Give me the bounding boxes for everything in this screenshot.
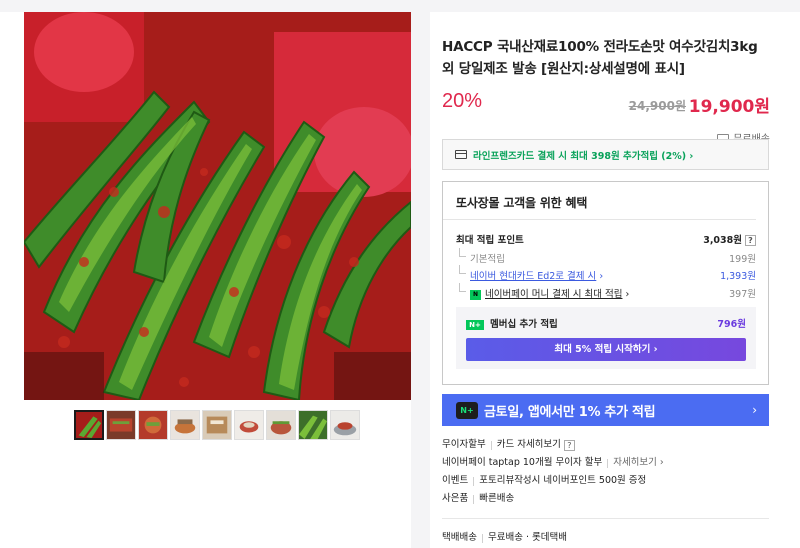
membership-start-button[interactable]: 최대 5% 적립 시작하기 › bbox=[466, 338, 746, 361]
thumbnail-3[interactable] bbox=[138, 410, 168, 440]
gift-row: 사은품 빠른배송 bbox=[442, 490, 769, 508]
points-row-card[interactable]: 네이버 현대카드 Ed2로 결제 시 › 1,393원 bbox=[456, 265, 756, 282]
card-benefit-banner[interactable]: 라인프렌즈카드 결제 시 최대 398원 추가적립 (2%) › bbox=[442, 139, 769, 170]
taptap-text: 네이버페이 taptap 10개월 무이자 할부 bbox=[442, 457, 603, 468]
points-row-label: 기본적립 bbox=[456, 248, 505, 265]
credit-card-icon bbox=[455, 150, 467, 159]
original-price: 24,900원 bbox=[628, 99, 686, 113]
thumbnail-7[interactable] bbox=[266, 410, 296, 440]
membership-label: 멤버십 추가 적립 bbox=[490, 319, 558, 330]
points-row-value: 397원 bbox=[729, 289, 756, 300]
section-divider bbox=[442, 518, 769, 519]
npay-points-link[interactable]: 네이버페이 머니 결제 시 최대 적립 bbox=[485, 289, 622, 300]
membership-row: N+ 멤버십 추가 적립 796원 bbox=[456, 307, 756, 330]
gift-label: 사은품 bbox=[442, 493, 469, 504]
thumbnail-6[interactable] bbox=[234, 410, 264, 440]
delivery-text: 무료배송 · 롯데택배 bbox=[487, 532, 567, 543]
sale-price: 19,900원 bbox=[688, 97, 770, 117]
kimchi-photo bbox=[24, 12, 411, 400]
installment-row: 무이자할부 카드 자세히보기 ? bbox=[442, 436, 769, 454]
installment-label: 무이자할부 bbox=[442, 439, 486, 450]
event-text: 포토리뷰작성시 네이버포인트 500원 증정 bbox=[479, 475, 647, 486]
product-main-image[interactable] bbox=[24, 12, 411, 400]
thumbnail-8[interactable] bbox=[298, 410, 328, 440]
points-row-basic: 기본적립 199원 bbox=[456, 248, 756, 265]
purchase-info-list: 무이자할부 카드 자세히보기 ? 네이버페이 taptap 10개월 무이자 할… bbox=[442, 436, 769, 547]
max-points-row: 최대 적립 포인트 3,038원? bbox=[456, 232, 756, 246]
membership-value: 796원 bbox=[717, 319, 746, 330]
points-row-value: 1,393원 bbox=[720, 271, 756, 282]
discount-rate: 20% bbox=[442, 90, 483, 112]
membership-box: N+ 멤버십 추가 적립 796원 최대 5% 적립 시작하기 › bbox=[456, 307, 756, 369]
thumbnail-4[interactable] bbox=[170, 410, 200, 440]
thumbnail-2[interactable] bbox=[106, 410, 136, 440]
taptap-link[interactable]: 자세히보기 › bbox=[613, 456, 664, 470]
thumbnail-5[interactable] bbox=[202, 410, 232, 440]
naver-plus-icon: N+ bbox=[456, 401, 478, 419]
divider bbox=[490, 440, 492, 450]
chevron-right-icon: › bbox=[752, 403, 757, 417]
installment-link[interactable]: 카드 자세히보기 bbox=[497, 438, 561, 452]
column-gutter bbox=[411, 0, 430, 548]
event-label: 이벤트 bbox=[442, 475, 469, 486]
event-row: 이벤트 포토리뷰작성시 네이버포인트 500원 증정 bbox=[442, 472, 769, 490]
benefit-box: 또사장몰 고객을 위한 혜택 최대 적립 포인트 3,038원? 기본적립 19… bbox=[442, 181, 769, 385]
card-benefit-text: 라인프렌즈카드 결제 시 최대 398원 추가적립 (2%) › bbox=[473, 150, 694, 162]
divider bbox=[473, 476, 475, 486]
naver-plus-icon: N+ bbox=[466, 319, 484, 330]
divider bbox=[473, 494, 475, 504]
price-row: 20% 24,900원 19,900원 무료배송 bbox=[442, 90, 770, 145]
promo-text: 금토일, 앱에서만 1% 추가 적립 bbox=[484, 404, 656, 420]
thumbnail-9[interactable] bbox=[330, 410, 360, 440]
max-points-label: 최대 적립 포인트 bbox=[456, 235, 524, 246]
top-gutter bbox=[0, 0, 800, 12]
divider bbox=[481, 533, 483, 543]
points-row-value: 199원 bbox=[729, 254, 756, 265]
taptap-row: 네이버페이 taptap 10개월 무이자 할부 자세히보기 › bbox=[442, 454, 769, 472]
delivery-row: 택배배송 무료배송 · 롯데택배 bbox=[442, 529, 769, 547]
max-points-value: 3,038원 bbox=[703, 235, 742, 246]
thumbnail-1[interactable] bbox=[74, 410, 104, 440]
thumbnail-strip bbox=[74, 410, 360, 440]
card-points-link[interactable]: 네이버 현대카드 Ed2로 결제 시 bbox=[470, 271, 596, 282]
help-icon[interactable]: ? bbox=[563, 439, 575, 451]
promo-banner[interactable]: N+ 금토일, 앱에서만 1% 추가 적립 › bbox=[442, 394, 769, 426]
divider bbox=[607, 458, 609, 468]
product-info: HACCP 국내산재료100% 전라도손맛 여수갓김치3kg 외 당일제조 발송… bbox=[442, 12, 770, 145]
npay-badge-icon: N bbox=[470, 289, 481, 300]
benefit-title: 또사장몰 고객을 위한 혜택 bbox=[443, 182, 756, 220]
help-icon[interactable]: ? bbox=[745, 235, 756, 246]
product-title: HACCP 국내산재료100% 전라도손맛 여수갓김치3kg 외 당일제조 발송… bbox=[442, 39, 758, 77]
points-row-npay[interactable]: N 네이버페이 머니 결제 시 최대 적립 › 397원 bbox=[456, 283, 756, 300]
delivery-label: 택배배송 bbox=[442, 532, 477, 543]
gift-text: 빠른배송 bbox=[479, 493, 515, 504]
